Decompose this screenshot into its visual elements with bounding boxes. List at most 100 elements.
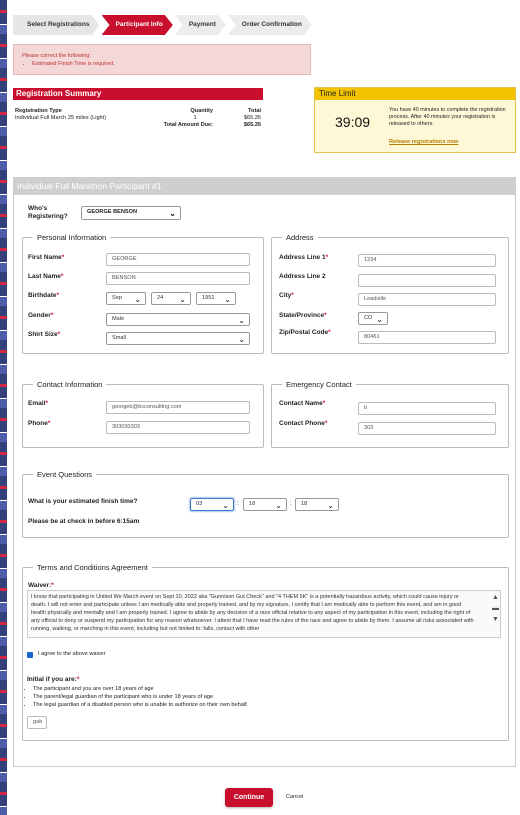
- chevron-down-icon: ⌄: [169, 209, 176, 218]
- waiver-scrollbar[interactable]: ▲ ▬ ▼: [491, 592, 500, 636]
- finish-minute-select[interactable]: 18 ⌄: [243, 498, 287, 511]
- finish-hour-select[interactable]: 03 ⌄: [190, 498, 234, 511]
- checkin-note: Please be at check in before 6:15am: [28, 518, 140, 525]
- gender-select[interactable]: Male ⌄: [106, 313, 250, 326]
- participant-header: Individual Full Marathon Participant #1: [14, 178, 515, 195]
- time-separator: :: [290, 500, 292, 507]
- chevron-down-icon: ⌄: [222, 501, 229, 510]
- chevron-down-icon: ⌄: [275, 501, 282, 510]
- step-order-confirmation: Order Confirmation: [228, 15, 312, 35]
- birthdate-label: Birthdate*: [28, 292, 60, 299]
- col-registration-type: Registration Type: [15, 108, 62, 114]
- scroll-down-icon: ▼: [492, 616, 499, 623]
- chevron-down-icon: ⌄: [238, 316, 245, 325]
- release-registrations-link[interactable]: Release registrations now: [389, 139, 458, 145]
- initial-label: Initial if you are:*: [27, 676, 80, 683]
- event-questions-legend: Event Questions: [37, 470, 93, 479]
- phone-field[interactable]: 303030303: [106, 421, 250, 434]
- address-line2-field[interactable]: [358, 274, 496, 287]
- state-label: State/Province*: [279, 312, 327, 319]
- participant-form: Individual Full Marathon Participant #1 …: [13, 177, 516, 767]
- finish-time-label: What is your estimated finish time?: [28, 498, 138, 505]
- waiver-textarea[interactable]: I know that participating in United We M…: [27, 590, 501, 638]
- first-name-field[interactable]: GEORGE: [106, 253, 250, 266]
- shirt-size-label: Shirt Size*: [28, 331, 61, 338]
- phone-label: Phone*: [28, 420, 51, 427]
- email-label: Email*: [28, 400, 48, 407]
- col-quantity: Quantity: [190, 108, 213, 114]
- address-line1-field[interactable]: 1234: [358, 254, 496, 267]
- who-registering-value: GEORGE BENSON: [87, 209, 138, 215]
- address-line1-label: Address Line 1*: [279, 254, 329, 261]
- list-item: The parent/legal guardian of the partici…: [33, 693, 248, 701]
- step-payment: Payment: [175, 15, 226, 35]
- zip-label: Zip/Postal Code*: [279, 329, 331, 336]
- time-limit-title: Time Limit: [315, 88, 515, 100]
- error-item: Estimated Finish Time is required.: [32, 61, 302, 67]
- scroll-up-icon: ▲: [492, 594, 499, 601]
- chevron-down-icon: ⌄: [224, 295, 231, 304]
- time-limit-box: Time Limit 39:09 You have 40 minutes to …: [314, 87, 516, 153]
- step-participant-info[interactable]: Participant Info: [102, 15, 173, 35]
- reg-quantity-cell: 1: [193, 115, 197, 121]
- list-item: The legal guardian of a disabled person …: [33, 701, 248, 709]
- birth-year-select[interactable]: 1951 ⌄: [196, 292, 236, 305]
- error-title: Please correct the following:: [22, 53, 91, 59]
- registration-summary-title: Registration Summary: [13, 88, 263, 100]
- step-select-registrations[interactable]: Select Registrations: [13, 15, 100, 35]
- total-due-label: Total Amount Due:: [163, 122, 213, 128]
- countdown-timer: 39:09: [335, 114, 371, 130]
- decorative-side-stripes: [0, 0, 7, 815]
- state-select[interactable]: CO ⌄: [358, 312, 388, 325]
- contact-name-label: Contact Name*: [279, 400, 326, 407]
- continue-button[interactable]: Continue: [225, 788, 273, 807]
- who-registering-label: Who's Registering?: [28, 205, 68, 220]
- initial-conditions-list: The participant and you are over 18 year…: [33, 685, 248, 709]
- city-field[interactable]: Leadville: [358, 293, 496, 306]
- chevron-down-icon: ⌄: [376, 315, 383, 324]
- list-item: The participant and you are over 18 year…: [33, 685, 248, 693]
- city-label: City*: [279, 292, 294, 299]
- contact-phone-label: Contact Phone*: [279, 420, 328, 427]
- personal-info-legend: Personal Information: [37, 233, 107, 242]
- registration-summary: Registration Summary Registration Type Q…: [13, 88, 263, 129]
- email-field[interactable]: georgeb@bcconsulting.com: [106, 401, 250, 414]
- contact-name-field[interactable]: b: [358, 402, 496, 415]
- time-limit-text: You have 40 minutes to complete the regi…: [389, 107, 506, 128]
- chevron-down-icon: ⌄: [238, 335, 245, 344]
- who-registering-select[interactable]: GEORGE BENSON ⌄: [81, 206, 181, 220]
- cancel-link[interactable]: Cancel: [286, 794, 303, 800]
- birth-month-select[interactable]: Sep ⌄: [106, 292, 146, 305]
- address-legend: Address: [286, 233, 314, 242]
- reg-total-cell: $65.35: [243, 115, 261, 121]
- waiver-label: Waiver:*: [28, 582, 54, 589]
- shirt-size-select[interactable]: Small ⌄: [106, 332, 250, 345]
- progress-steps: Select Registrations Participant Info Pa…: [13, 15, 314, 35]
- registration-page: Select Registrations Participant Info Pa…: [7, 0, 520, 815]
- col-total: Total: [248, 108, 261, 114]
- agree-checkbox[interactable]: [27, 652, 33, 658]
- scroll-thumb: ▬: [492, 605, 499, 612]
- contact-info-section: Contact Information: [22, 380, 264, 448]
- finish-second-select[interactable]: 18 ⌄: [295, 498, 339, 511]
- agree-label: I agree to the above waiver: [38, 651, 106, 657]
- chevron-down-icon: ⌄: [327, 501, 334, 510]
- birth-day-select[interactable]: 24 ⌄: [151, 292, 191, 305]
- contact-phone-field[interactable]: 303: [358, 422, 496, 435]
- gender-label: Gender*: [28, 312, 54, 319]
- divider: [13, 766, 516, 767]
- address-line2-label: Address Line 2: [279, 273, 326, 280]
- emergency-contact-legend: Emergency Contact: [286, 380, 352, 389]
- chevron-down-icon: ⌄: [134, 295, 141, 304]
- chevron-down-icon: ⌄: [179, 295, 186, 304]
- initials-field[interactable]: gab: [27, 716, 47, 729]
- time-separator: :: [237, 500, 239, 507]
- error-box: Please correct the following: Estimated …: [13, 44, 311, 75]
- terms-legend: Terms and Conditions Agreement: [37, 563, 148, 572]
- reg-type-cell: Individual Full March 25 miles (Light): [15, 115, 107, 121]
- first-name-label: First Name*: [28, 254, 65, 261]
- last-name-field[interactable]: BENSON: [106, 272, 250, 285]
- last-name-label: Last Name*: [28, 273, 64, 280]
- total-due-value: $65.35: [243, 122, 261, 128]
- zip-field[interactable]: 80461: [358, 331, 496, 344]
